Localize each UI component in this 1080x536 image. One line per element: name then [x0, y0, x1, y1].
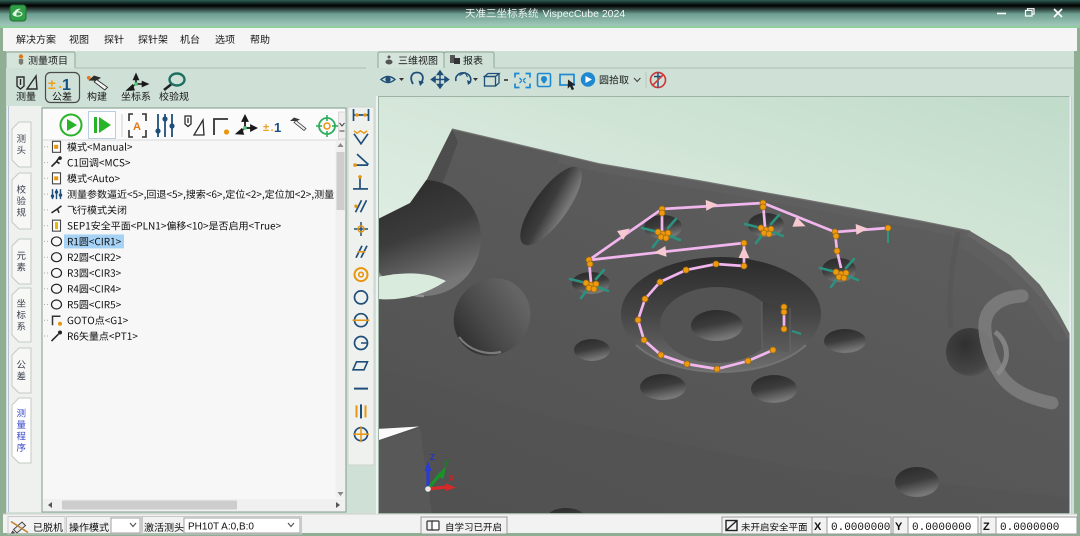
svg-text:0.0000000: 0.0000000 [831, 522, 890, 534]
svg-text:Y: Y [895, 521, 903, 533]
svg-text:0.0000000: 0.0000000 [1000, 522, 1059, 534]
svg-text:PH10T A:0,B:0: PH10T A:0,B:0 [188, 522, 254, 533]
svg-text:X: X [449, 474, 455, 483]
svg-text:1: 1 [274, 120, 281, 135]
svg-text:1: 1 [62, 77, 71, 94]
svg-text:X: X [814, 521, 822, 533]
svg-text:Z: Z [983, 521, 990, 533]
svg-text:VispecCube 2024: VispecCube 2024 [543, 8, 626, 20]
svg-text:Y: Y [444, 459, 450, 468]
svg-text:±: ± [263, 122, 269, 134]
svg-text:±: ± [48, 76, 56, 92]
svg-text:0.0000000: 0.0000000 [912, 522, 971, 534]
svg-text:A: A [133, 121, 141, 133]
svg-text:Z: Z [430, 453, 435, 462]
